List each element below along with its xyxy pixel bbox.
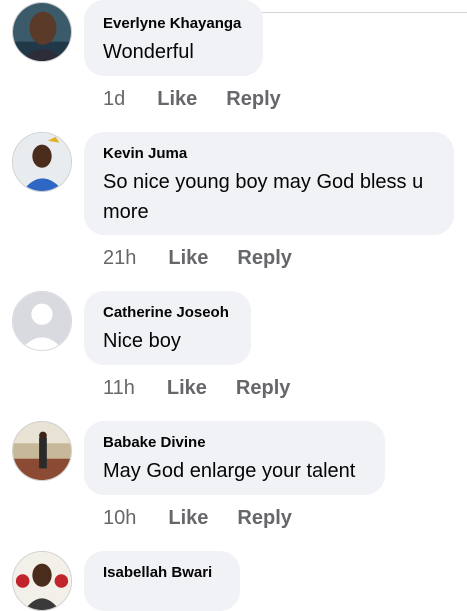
reply-button[interactable]: Reply: [237, 506, 291, 530]
comment-bubble: Isabellah Bwari: [84, 551, 240, 611]
avatar[interactable]: [12, 291, 72, 351]
avatar[interactable]: [12, 132, 72, 192]
comment-time[interactable]: 10h: [103, 506, 136, 530]
reply-button[interactable]: Reply: [236, 376, 290, 400]
comment-actions: 1d Like Reply: [103, 87, 281, 111]
like-button[interactable]: Like: [168, 506, 208, 530]
comment-bubble: Everlyne Khayanga Wonderful: [84, 0, 263, 76]
comment-actions: 10h Like Reply: [103, 506, 292, 530]
comment-author[interactable]: Babake Divine: [103, 433, 365, 453]
like-button[interactable]: Like: [157, 87, 197, 111]
comment-bubble: Kevin Juma So nice young boy may God ble…: [84, 132, 454, 235]
comment-bubble: Catherine Joseoh Nice boy: [84, 291, 251, 365]
comment-author[interactable]: Isabellah Bwari: [103, 563, 220, 583]
comment-actions: 11h Like Reply: [103, 376, 290, 400]
like-button[interactable]: Like: [168, 246, 208, 270]
reply-button[interactable]: Reply: [237, 246, 291, 270]
comment-author[interactable]: Catherine Joseoh: [103, 303, 231, 323]
comment-text: Nice boy: [103, 330, 181, 352]
like-button[interactable]: Like: [167, 376, 207, 400]
profile-photo-icon: [13, 133, 71, 191]
avatar[interactable]: [12, 2, 72, 62]
avatar[interactable]: [12, 551, 72, 611]
avatar[interactable]: [12, 421, 72, 481]
default-avatar-icon: [13, 292, 71, 350]
profile-photo-icon: [13, 422, 71, 480]
comment-author[interactable]: Everlyne Khayanga: [103, 14, 243, 34]
comment-time[interactable]: 1d: [103, 87, 125, 111]
reply-button[interactable]: Reply: [226, 87, 280, 111]
comment-actions: 21h Like Reply: [103, 246, 292, 270]
comment-time[interactable]: 11h: [103, 376, 135, 400]
comment-text: Wonderful: [103, 41, 194, 63]
comment-bubble: Babake Divine May God enlarge your talen…: [84, 421, 385, 495]
comment-text: May God enlarge your talent: [103, 460, 356, 482]
comment-author[interactable]: Kevin Juma: [103, 144, 434, 164]
profile-photo-icon: [13, 552, 71, 610]
comment-time[interactable]: 21h: [103, 246, 136, 270]
comment-text: So nice young boy may God bless u more: [103, 171, 424, 223]
profile-photo-icon: [13, 3, 71, 61]
